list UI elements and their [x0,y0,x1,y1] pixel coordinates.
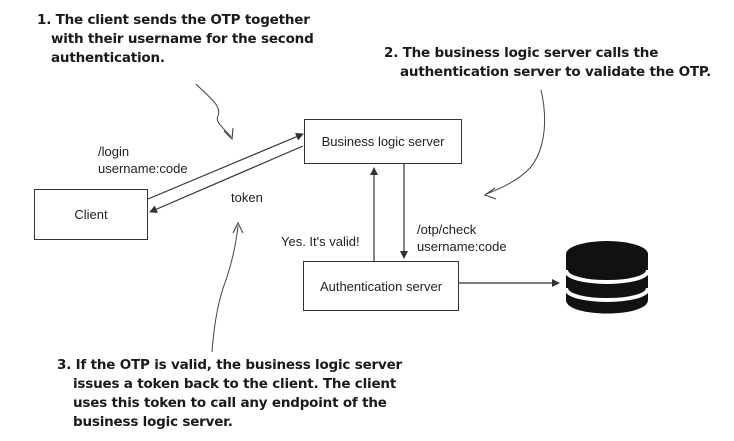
step3-annotation: 3. If the OTP is valid, the business log… [57,356,402,432]
database-icon [564,241,650,314]
step2-annotation: 2. The business logic server calls the a… [384,44,711,82]
step1-line: 1. The client sends the OTP together [37,12,310,28]
otp-check-path: /otp/check [417,222,477,237]
step3-line: business logic server. [73,414,233,430]
valid-label: Yes. It's valid! [281,233,360,250]
client-label: Client [74,207,108,222]
step3-line: issues a token back to the client. The c… [73,376,397,392]
token-text: token [231,190,263,205]
business-logic-server-node: Business logic server [304,119,462,164]
login-label: /login username:code [98,143,188,177]
step1-pointer [195,83,232,138]
step2-line: authentication server to validate the OT… [400,64,711,80]
valid-text: Yes. It's valid! [281,234,360,249]
step1-line: authentication. [51,50,165,66]
step3-line: uses this token to call any endpoint of … [73,395,387,411]
otp-check-params: username:code [417,239,507,254]
authentication-server-node: Authentication server [303,261,459,311]
step1-line: with their username for the second [51,31,314,47]
step3-line: 3. If the OTP is valid, the business log… [57,357,402,373]
step1-annotation: 1. The client sends the OTP together wit… [37,11,314,68]
client-node: Client [34,189,148,240]
step3-pointer [211,225,239,353]
step2-pointer [485,89,546,195]
authentication-server-label: Authentication server [319,278,443,294]
login-params: username:code [98,161,188,176]
step2-line: 2. The business logic server calls the [384,45,659,61]
login-path: /login [98,144,130,159]
otp-check-label: /otp/check username:code [417,221,507,255]
diagram-canvas: 1. The client sends the OTP together wit… [0,0,734,441]
business-logic-server-label: Business logic server [321,134,445,149]
token-label: token [231,189,263,206]
